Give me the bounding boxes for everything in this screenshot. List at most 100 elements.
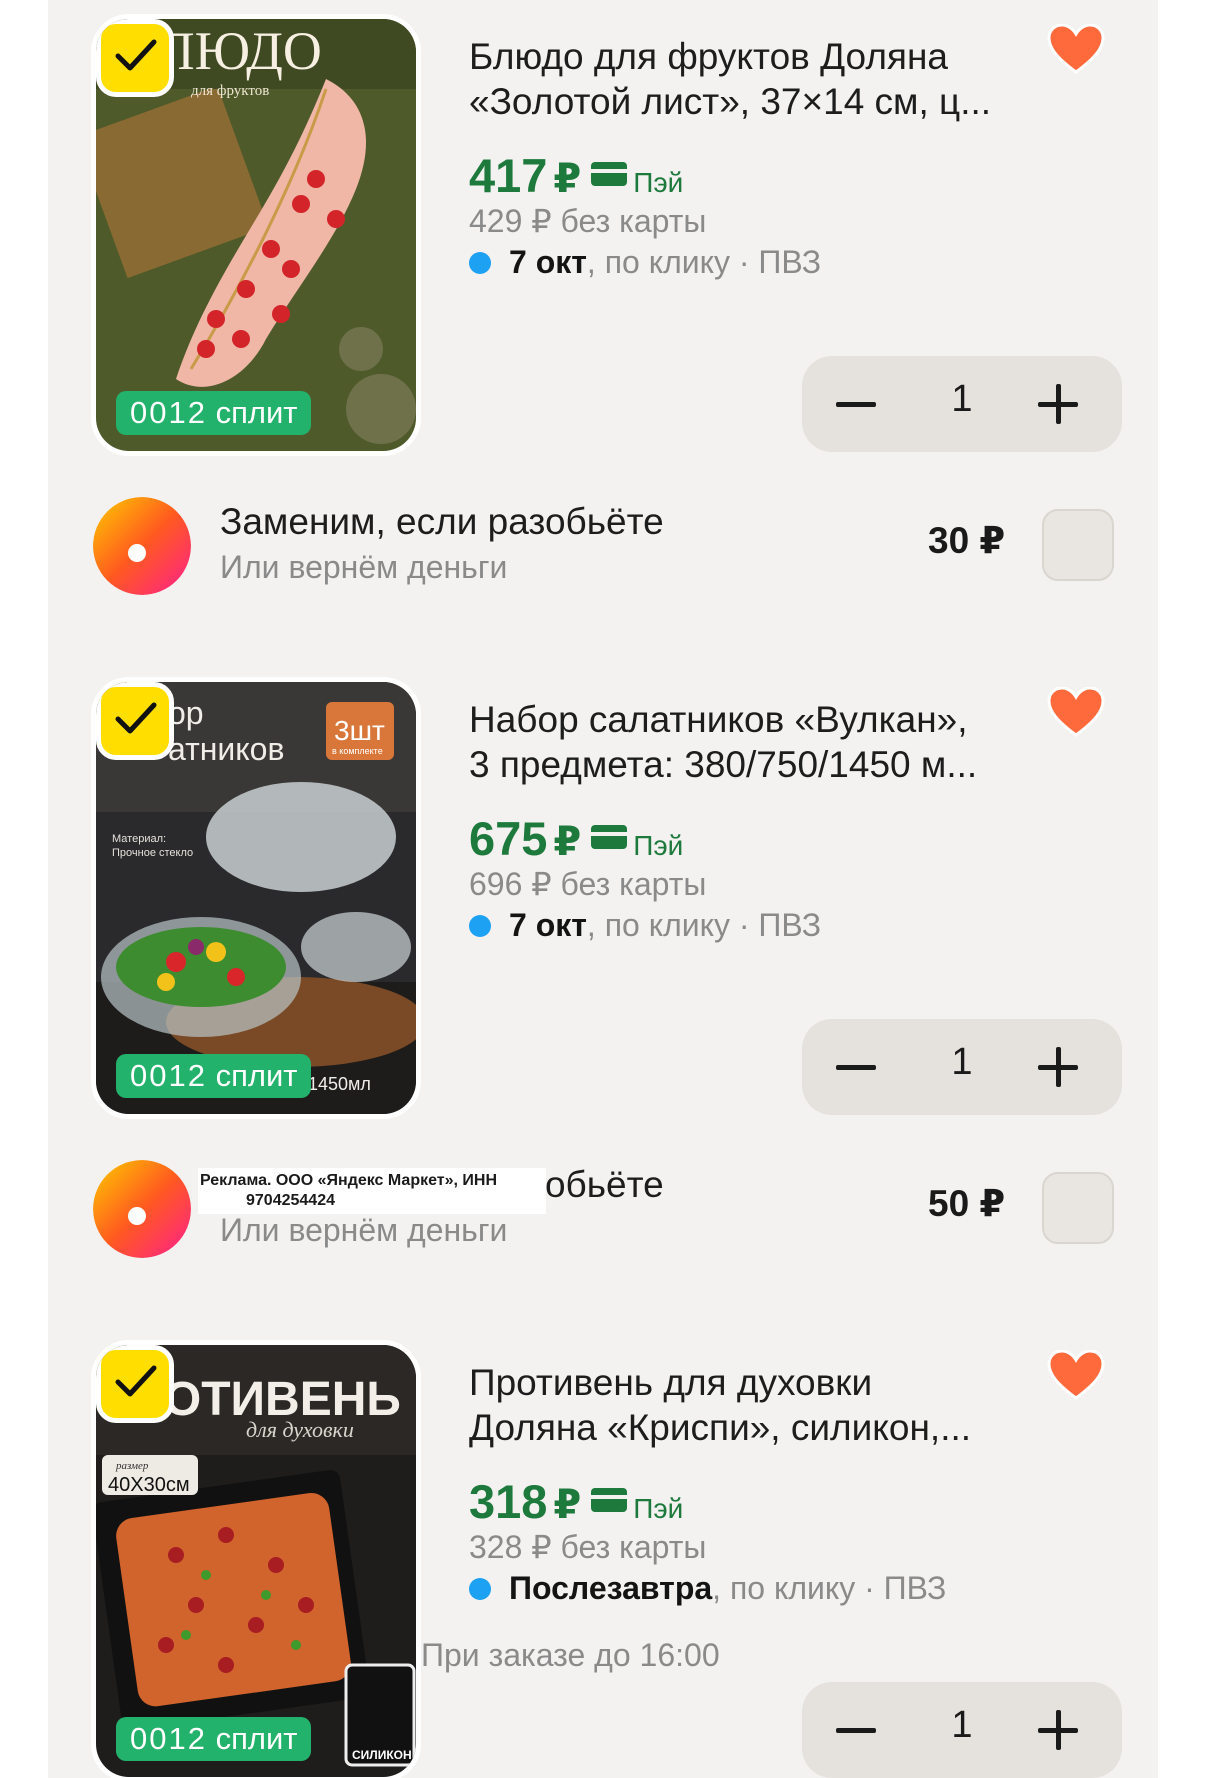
product-title-line2: Доляна «Криспи», силикон,... [469, 1407, 972, 1448]
quantity-stepper: 1 [802, 1682, 1122, 1778]
image-volume: 1450мл [308, 1074, 371, 1094]
plus-icon[interactable] [1038, 384, 1078, 424]
card-icon [591, 1488, 628, 1512]
protection-checkbox[interactable] [1042, 1172, 1114, 1244]
card-icon [591, 825, 628, 849]
select-checkbox[interactable] [96, 682, 174, 760]
product-title[interactable]: Блюдо для фруктов Доляна «Золотой лист»,… [469, 34, 1029, 124]
quantity-value: 1 [951, 378, 973, 420]
image-tag: 3шт [334, 715, 385, 746]
product-title-line1: Противень для духовки [469, 1362, 873, 1403]
yandex-protection-logo [93, 497, 191, 595]
minus-icon[interactable] [836, 1065, 876, 1070]
quantity-stepper: 1 [802, 356, 1122, 452]
price-value: 318 [469, 1475, 548, 1528]
split-badge: 0012 сплит [116, 391, 312, 435]
delivery-method: , по клику · ПВЗ [586, 907, 822, 943]
plus-icon[interactable] [1038, 1047, 1078, 1087]
heart-icon[interactable] [1047, 1350, 1105, 1400]
image-caption: ЛЮДО [158, 21, 322, 81]
delivery-method: , по клику · ПВЗ [712, 1570, 947, 1606]
cart-item: ПРОТИВЕНЬ для духовки размер 40X30см СИЛ… [48, 1326, 1158, 1778]
currency-symbol: ₽ [553, 820, 582, 864]
product-title-line1: Набор салатников «Вулкан», [469, 699, 968, 740]
product-title-line1: Блюдо для фруктов Доляна [469, 36, 948, 77]
select-checkbox[interactable] [96, 1345, 174, 1423]
quantity-value: 1 [951, 1704, 973, 1746]
protection-checkbox[interactable] [1042, 509, 1114, 581]
breakage-protection: Заменим, если разобьёте Или вернём деньг… [48, 497, 1158, 607]
minus-icon[interactable] [836, 1728, 876, 1733]
delivery-date: 7 окт [509, 907, 587, 943]
product-title-line2: «Золотой лист», 37×14 см, ц... [469, 81, 992, 122]
ad-notice[interactable]: Реклама. ООО «Яндекс Маркет», ИНН 970425… [198, 1168, 546, 1214]
price-value: 675 [469, 812, 548, 865]
quantity-value: 1 [951, 1041, 973, 1083]
pay-label: Пэй [633, 1493, 684, 1524]
yandex-protection-logo [93, 1160, 191, 1258]
ad-notice-line2: 9704254424 [246, 1192, 335, 1209]
split-label: сплит [215, 1058, 298, 1093]
protection-price: 50 ₽ [928, 1183, 1006, 1224]
image-material: Материал: [112, 833, 166, 845]
cart-item: 3шт в комплекте ор атников Материал: Про… [48, 663, 1158, 1133]
order-deadline-note: При заказе до 16:00 [421, 1637, 720, 1673]
price-without-card: 328 ₽ без карты [469, 1529, 707, 1565]
delivery-dot-icon [469, 914, 491, 937]
product-title[interactable]: Противень для духовки Доляна «Криспи», с… [469, 1360, 1029, 1450]
protection-price: 30 ₽ [928, 520, 1006, 561]
delivery-info: 7 окт, по клику · ПВЗ [469, 907, 821, 944]
price-row: 417 ₽ Пэй [469, 148, 684, 202]
card-icon [591, 162, 628, 186]
select-checkbox[interactable] [96, 19, 174, 97]
split-badge: 0012 сплит [116, 1054, 312, 1098]
minus-icon[interactable] [836, 402, 876, 407]
heart-icon[interactable] [1047, 24, 1105, 74]
price-without-card: 429 ₽ без карты [469, 203, 707, 239]
delivery-method: , по клику · ПВЗ [586, 244, 822, 280]
product-image[interactable]: ЛЮДО для фруктов 0012 сплит [91, 14, 421, 456]
plus-icon[interactable] [1038, 1710, 1078, 1750]
delivery-dot-icon [469, 251, 491, 274]
product-image[interactable]: 3шт в комплекте ор атников Материал: Про… [91, 677, 421, 1119]
price-without-card: 696 ₽ без карты [469, 866, 707, 902]
product-title[interactable]: Набор салатников «Вулкан», 3 предмета: 3… [469, 697, 1029, 787]
quantity-stepper: 1 [802, 1019, 1122, 1115]
currency-symbol: ₽ [553, 1483, 582, 1527]
pay-label: Пэй [633, 167, 684, 198]
delivery-date: 7 окт [509, 244, 587, 280]
image-caption-2: атников [168, 731, 284, 767]
cart-item: ЛЮДО для фруктов 0012 сплит Блюдо для фр… [48, 0, 1158, 470]
delivery-dot-icon [469, 1577, 491, 1600]
split-number: 0012 [130, 395, 207, 430]
image-subcaption: для духовки [246, 1417, 354, 1442]
image-size: 40X30см [108, 1474, 190, 1496]
price-row: 675 ₽ Пэй [469, 811, 684, 865]
image-tag-sub: в комплекте [332, 746, 383, 756]
delivery-info: Послезавтра, по клику · ПВЗ [469, 1570, 946, 1607]
image-size-label: размер [115, 1460, 149, 1472]
pay-label: Пэй [633, 830, 684, 861]
image-material-2: Прочное стекло [112, 847, 193, 859]
split-badge: 0012 сплит [116, 1717, 312, 1761]
protection-subtitle: Или вернём деньги [220, 1212, 508, 1248]
check-icon [115, 39, 157, 71]
product-image[interactable]: ПРОТИВЕНЬ для духовки размер 40X30см СИЛ… [91, 1340, 421, 1778]
image-subcaption: для фруктов [191, 83, 269, 99]
check-icon [115, 1365, 157, 1397]
split-label: сплит [215, 1721, 298, 1756]
delivery-info: 7 окт, по клику · ПВЗ [469, 244, 821, 281]
currency-symbol: ₽ [553, 157, 582, 201]
split-number: 0012 [130, 1721, 207, 1756]
ad-notice-line1: Реклама. ООО «Яндекс Маркет», ИНН [200, 1172, 498, 1189]
heart-icon[interactable] [1047, 687, 1105, 737]
split-number: 0012 [130, 1058, 207, 1093]
protection-subtitle: Или вернём деньги [220, 549, 508, 585]
product-title-line2: 3 предмета: 380/750/1450 м... [469, 744, 978, 785]
price-row: 318 ₽ Пэй [469, 1474, 684, 1528]
check-icon [115, 702, 157, 734]
protection-title: Заменим, если разобьёте [220, 501, 664, 542]
delivery-date: Послезавтра [509, 1570, 713, 1606]
split-label: сплит [215, 395, 298, 430]
image-material: СИЛИКОН [352, 1748, 412, 1762]
